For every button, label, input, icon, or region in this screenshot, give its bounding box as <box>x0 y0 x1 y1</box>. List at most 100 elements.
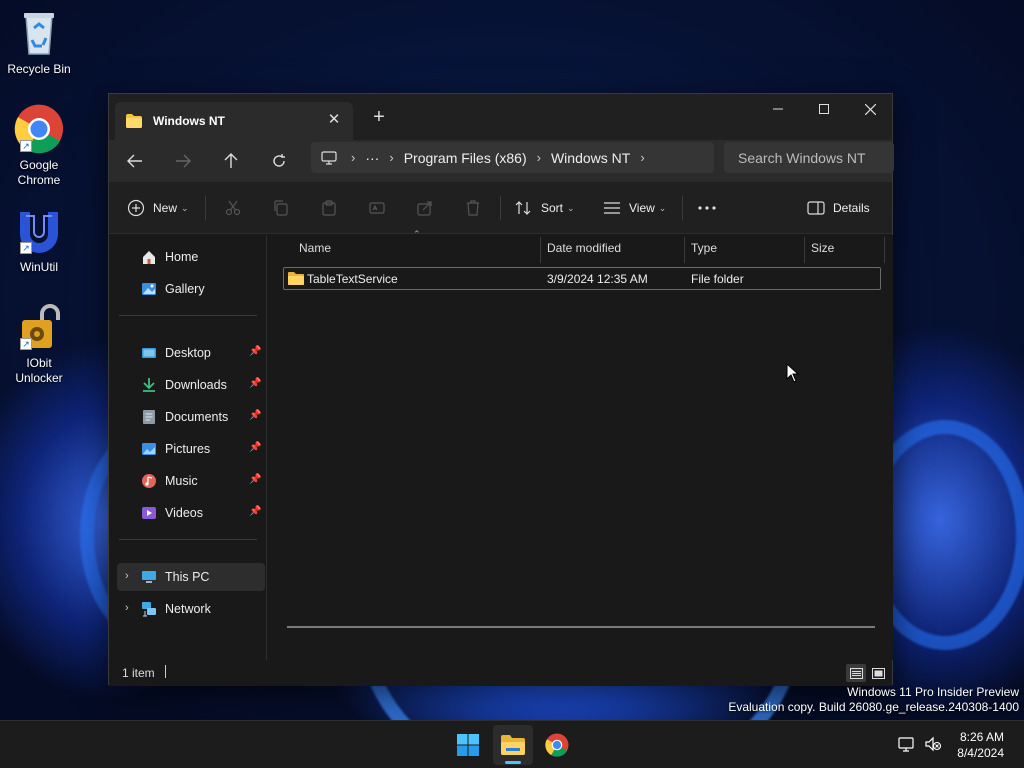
view-icon <box>604 202 620 214</box>
taskbar-google-chrome[interactable] <box>537 725 577 765</box>
sidebar-item-gallery[interactable]: Gallery <box>117 275 265 303</box>
shortcut-arrow-icon: ↗ <box>20 140 32 152</box>
plus-circle-icon <box>127 199 145 217</box>
toolbar-divider <box>682 196 683 220</box>
sidebar-item-pictures[interactable]: Pictures 📌 <box>117 435 265 463</box>
details-pane-button[interactable]: Details <box>807 193 870 223</box>
maximize-button[interactable] <box>801 94 847 124</box>
up-button[interactable] <box>216 146 246 176</box>
chrome-icon <box>545 733 569 757</box>
evaluation-watermark: Windows 11 Pro Insider Preview Evaluatio… <box>728 685 1019 715</box>
close-tab-icon[interactable]: ✕ <box>325 111 343 129</box>
sidebar-item-home[interactable]: Home <box>117 243 265 271</box>
clock-time: 8:26 AM <box>959 730 1004 744</box>
tiles-view-button[interactable] <box>868 664 888 682</box>
column-header-label: Type <box>691 241 718 255</box>
file-date-modified: 3/9/2024 12:35 AM <box>547 271 648 286</box>
close-window-button[interactable] <box>847 94 893 124</box>
sidebar-item-music[interactable]: Music 📌 <box>117 467 265 495</box>
delete-button[interactable] <box>458 193 488 223</box>
maximize-icon <box>819 104 829 114</box>
chevron-down-icon: ⌄ <box>567 202 575 213</box>
sort-button[interactable]: Sort ⌄ <box>515 193 575 223</box>
rename-button[interactable] <box>362 193 392 223</box>
file-list-pane: ⌃ Name Date modified Type Size TableText… <box>267 229 893 660</box>
view-button[interactable]: View ⌄ <box>603 193 666 223</box>
sidebar-item-downloads[interactable]: Downloads 📌 <box>117 371 265 399</box>
status-bar: 1 item <box>109 660 892 686</box>
sort-label: Sort <box>541 201 564 215</box>
sidebar-item-documents[interactable]: Documents 📌 <box>117 403 265 431</box>
chevron-right-icon[interactable]: › <box>351 150 355 165</box>
status-divider <box>165 665 166 678</box>
chevron-right-icon[interactable]: › <box>125 570 129 582</box>
desktop-icon-google-chrome[interactable]: ↗ Google Chrome <box>4 104 74 188</box>
sidebar-item-desktop[interactable]: Desktop 📌 <box>117 339 265 367</box>
breadcrumb-program-files-x86[interactable]: Program Files (x86) <box>404 150 527 166</box>
volume-muted-icon[interactable] <box>924 735 942 753</box>
details-view-button[interactable] <box>846 664 866 682</box>
chevron-right-icon[interactable]: › <box>640 150 644 165</box>
clock[interactable]: 8:26 AM 8/4/2024 <box>957 729 1004 761</box>
sidebar-item-videos[interactable]: Videos 📌 <box>117 499 265 527</box>
horizontal-scrollbar[interactable] <box>287 626 875 628</box>
desktop-icon-recycle-bin[interactable]: Recycle Bin <box>4 8 74 77</box>
search-input[interactable]: Search Windows NT <box>724 142 894 173</box>
start-button[interactable] <box>448 725 488 765</box>
chevron-right-icon[interactable]: › <box>537 150 541 165</box>
sidebar-item-this-pc[interactable]: › This PC <box>117 563 265 591</box>
share-button[interactable] <box>410 193 440 223</box>
cut-button[interactable] <box>218 193 248 223</box>
tab-windows-nt[interactable]: Windows NT ✕ <box>115 102 353 140</box>
paste-button[interactable] <box>314 193 344 223</box>
desktop-icon-label: Google Chrome <box>17 158 61 187</box>
back-button[interactable] <box>120 146 150 176</box>
desktop-icon-winutil[interactable]: ↗ WinUtil <box>4 206 74 275</box>
breadcrumb-overflow[interactable]: ··· <box>365 150 379 166</box>
sidebar-item-network[interactable]: › Network <box>117 595 265 623</box>
column-header-label: Size <box>811 241 835 255</box>
chevron-right-icon[interactable]: › <box>389 150 393 165</box>
details-label: Details <box>833 201 870 215</box>
column-divider[interactable] <box>884 237 885 263</box>
network-status-icon[interactable] <box>898 735 916 753</box>
column-header-size[interactable]: Size <box>805 235 885 261</box>
taskbar-file-explorer[interactable] <box>493 725 533 765</box>
desktop-icon-label: WinUtil <box>20 260 58 274</box>
pin-icon: 📌 <box>249 506 262 517</box>
chevron-right-icon[interactable]: › <box>125 602 129 614</box>
copy-button[interactable] <box>266 193 296 223</box>
breadcrumb-windows-nt[interactable]: Windows NT <box>551 150 630 166</box>
navigation-pane: Home Gallery Desktop 📌 Downloads 📌 Docum… <box>109 235 267 660</box>
new-tab-button[interactable]: + <box>367 106 391 130</box>
table-row[interactable]: TableTextService 3/9/2024 12:35 AM File … <box>283 267 881 290</box>
pin-icon: 📌 <box>249 442 262 453</box>
sidebar-item-label: Pictures <box>165 442 211 456</box>
address-bar[interactable]: › ··· › Program Files (x86) › Windows NT… <box>311 142 714 173</box>
chevron-down-icon: ⌄ <box>181 202 189 213</box>
this-pc-icon <box>142 571 156 583</box>
column-header-type[interactable]: Type <box>685 235 805 261</box>
new-button[interactable]: New ⌄ <box>127 193 189 223</box>
minimize-button[interactable] <box>755 94 801 124</box>
pin-icon: 📌 <box>249 410 262 421</box>
document-icon <box>143 410 155 424</box>
home-icon <box>143 251 155 264</box>
refresh-button[interactable] <box>264 146 294 176</box>
pin-icon: 📌 <box>249 346 262 357</box>
desktop-icon-label: Recycle Bin <box>7 62 71 76</box>
tiles-view-icon <box>871 667 885 679</box>
command-bar: New ⌄ Sort ⌄ View ⌄ Details <box>109 182 892 234</box>
tab-title: Windows NT <box>153 114 225 128</box>
details-pane-icon <box>807 201 825 215</box>
column-header-date-modified[interactable]: Date modified <box>541 235 685 261</box>
more-options-button[interactable] <box>692 193 722 223</box>
sidebar-item-label: Desktop <box>165 346 211 360</box>
forward-button[interactable] <box>168 146 198 176</box>
column-header-name[interactable]: Name <box>293 235 533 261</box>
desktop-icon-iobit-unlocker[interactable]: ↗ IObit Unlocker <box>4 302 74 386</box>
mouse-cursor-icon <box>786 363 800 383</box>
sidebar-item-label: Home <box>165 250 199 264</box>
clock-date: 8/4/2024 <box>957 746 1004 760</box>
network-icon <box>142 602 156 617</box>
